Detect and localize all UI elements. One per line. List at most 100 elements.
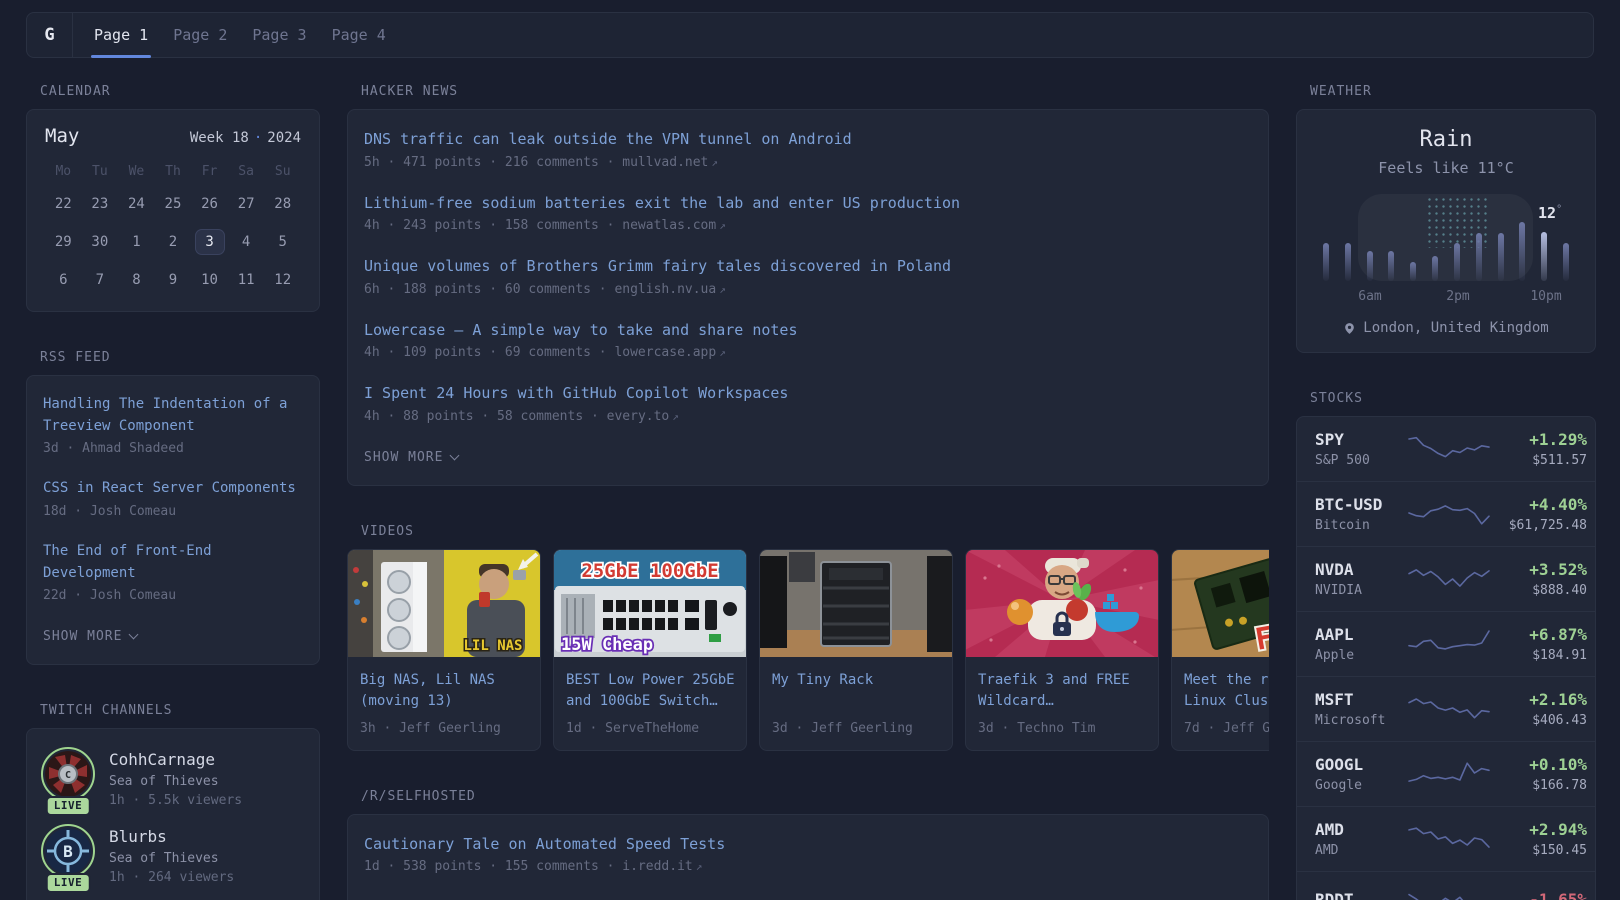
rss-show-more-button[interactable]: SHOW MORE	[43, 625, 303, 658]
calendar-day: 1	[118, 229, 155, 255]
stock-left: GOOGLGoogle	[1315, 755, 1407, 793]
reddit-widget: /R/SELFHOSTED Cautionary Tale on Automat…	[347, 789, 1269, 900]
calendar-day: 24	[118, 191, 155, 217]
weather-card: Rain Feels like 11°C 12° 6am2pm10pm Lond…	[1296, 109, 1596, 353]
calendar-weekday: Tu	[82, 164, 119, 179]
calendar-weekday: Mo	[45, 164, 82, 179]
weather-bar	[1367, 251, 1373, 281]
calendar-widget: CALENDAR May Week 18·2024 MoTuWeThFrSaSu…	[26, 84, 320, 312]
page-tabs: Page 1 Page 2 Page 3 Page 4	[94, 13, 411, 57]
twitch-channel-row[interactable]: BLIVEBlurbsSea of Thieves1h · 264 viewer…	[43, 826, 303, 885]
video-meta: 7d · Jeff Ge	[1184, 721, 1269, 736]
hn-item-title[interactable]: I Spent 24 Hours with GitHub Copilot Wor…	[364, 382, 1252, 405]
stock-row: SPYS&P 500+1.29%$511.57	[1297, 417, 1595, 481]
stock-left: AAPLApple	[1315, 625, 1407, 663]
reddit-item-title[interactable]: Showcase of my Mixed Reality Interface f…	[364, 896, 1252, 900]
videos-header: VIDEOS	[361, 524, 1269, 539]
nav-tab-page-2[interactable]: Page 2	[173, 13, 227, 57]
weather-bar	[1476, 233, 1482, 281]
calendar-day: 30	[82, 229, 119, 255]
reddit-item-title[interactable]: Cautionary Tale on Automated Speed Tests	[364, 833, 1252, 856]
video-meta: 3h · Jeff Geerling	[360, 721, 528, 736]
weather-bar-current	[1541, 232, 1547, 281]
hn-source-link[interactable]: every.to	[607, 409, 670, 424]
rss-item-title[interactable]: The End of Front-End Development	[43, 541, 303, 584]
weather-bar	[1563, 243, 1569, 281]
nav-tab-page-3[interactable]: Page 3	[252, 13, 306, 57]
external-link-icon: ↗	[711, 156, 718, 169]
stock-sparkline	[1407, 433, 1491, 465]
top-nav: G Page 1 Page 2 Page 3 Page 4	[26, 12, 1594, 58]
video-title[interactable]: Meet the rLinux Clus	[1184, 670, 1269, 712]
stock-change: +1.29%	[1491, 430, 1587, 449]
hackernews-card: DNS traffic can leak outside the VPN tun…	[347, 109, 1269, 486]
video-thumbnail[interactable]	[966, 550, 1158, 657]
calendar-day: 25	[155, 191, 192, 217]
hn-source-link[interactable]: mullvad.net	[622, 155, 708, 170]
svg-text:15W Cheap: 15W Cheap	[561, 635, 653, 655]
stock-row: BTC-USDBitcoin+4.40%$61,725.48	[1297, 481, 1595, 546]
video-card-body: Big NAS, Lil NAS(moving 13) 3h · Jeff Gee…	[348, 657, 540, 750]
video-card[interactable]: 25GbE 100GbE 15W Cheap BEST Low Power 25Gb…	[553, 549, 747, 751]
video-card[interactable]: My Tiny Rack3d · Jeff Geerling	[759, 549, 953, 751]
hn-item-title[interactable]: Unique volumes of Brothers Grimm fairy t…	[364, 255, 1252, 278]
video-card[interactable]: Traefik 3 and FREEWildcard…3d · Techno T…	[965, 549, 1159, 751]
hn-show-more-button[interactable]: SHOW MORE	[364, 446, 1252, 479]
hn-item-title[interactable]: Lithium-free sodium batteries exit the l…	[364, 192, 1252, 215]
twitch-channel-name[interactable]: CohhCarnage	[109, 750, 242, 769]
hn-item-title[interactable]: Lowercase – A simple way to take and sha…	[364, 319, 1252, 342]
hn-source-link[interactable]: lowercase.app	[614, 345, 716, 360]
twitch-channel-row[interactable]: CLIVECohhCarnageSea of Thieves1h · 5.5k …	[43, 749, 303, 808]
rss-header: RSS FEED	[40, 350, 320, 365]
calendar-day: 12	[264, 267, 301, 293]
calendar-day: 6	[45, 267, 82, 293]
video-title[interactable]: Big NAS, Lil NAS(moving 13)	[360, 670, 528, 712]
hn-item-title[interactable]: DNS traffic can leak outside the VPN tun…	[364, 128, 1252, 151]
weather-xaxis-label: 2pm	[1446, 289, 1469, 304]
reddit-card: Cautionary Tale on Automated Speed Tests…	[347, 814, 1269, 900]
hn-item-meta: 4h · 88 points · 58 comments · every.to↗	[364, 409, 1252, 424]
calendar-week-number: 18	[232, 130, 249, 146]
rss-item-title[interactable]: Handling The Indentation of a Treeview C…	[43, 394, 303, 437]
hn-item: Lithium-free sodium batteries exit the l…	[364, 192, 1252, 234]
hn-item-meta: 6h · 188 points · 60 comments · english.…	[364, 282, 1252, 297]
video-card-body: Meet the rLinux Clus 7d · Jeff Ge	[1172, 657, 1269, 750]
app-logo[interactable]: G	[27, 13, 73, 57]
stock-symbol: SPY	[1315, 430, 1407, 449]
weather-chart: 12°	[1323, 194, 1569, 281]
stock-left: SPYS&P 500	[1315, 430, 1407, 468]
nav-tab-page-1[interactable]: Page 1	[94, 13, 148, 57]
hn-source-link[interactable]: newatlas.com	[622, 218, 716, 233]
stocks-widget: STOCKS SPYS&P 500+1.29%$511.57BTC-USDBit…	[1296, 391, 1596, 900]
video-title[interactable]: My Tiny Rack	[772, 670, 940, 712]
hackernews-widget: HACKER NEWS DNS traffic can leak outside…	[347, 84, 1269, 486]
stock-row: AAPLApple+6.87%$184.91	[1297, 611, 1595, 676]
stock-price: $184.91	[1491, 648, 1587, 663]
video-card[interactable]: FAS Meet the rLinux Clus 7d · Jeff Ge	[1171, 549, 1269, 751]
stocks-card: SPYS&P 500+1.29%$511.57BTC-USDBitcoin+4.…	[1296, 416, 1596, 900]
reddit-item-meta: 1d · 538 points · 155 comments · i.redd.…	[364, 859, 1252, 874]
calendar-header: CALENDAR	[40, 84, 320, 99]
stock-price: $888.40	[1491, 583, 1587, 598]
hn-source-link[interactable]: english.nv.ua	[614, 282, 716, 297]
svg-text:B: B	[63, 842, 73, 861]
twitch-channel-info: BlurbsSea of Thieves1h · 264 viewers	[109, 826, 234, 885]
stock-sparkline	[1407, 758, 1491, 790]
rss-widget: RSS FEED Handling The Indentation of a T…	[26, 350, 320, 665]
twitch-channel-name[interactable]: Blurbs	[109, 827, 234, 846]
video-thumbnail[interactable]	[760, 550, 952, 657]
stock-price: $150.45	[1491, 843, 1587, 858]
video-thumbnail[interactable]: FAS	[1172, 550, 1269, 657]
video-title[interactable]: Traefik 3 and FREEWildcard…	[978, 670, 1146, 712]
video-card[interactable]: LIL NAS Big NAS, Lil NAS(moving 13) 3h · J…	[347, 549, 541, 751]
reddit-source-link[interactable]: i.redd.it	[622, 859, 692, 874]
video-thumbnail[interactable]: 25GbE 100GbE 15W Cheap	[554, 550, 746, 657]
video-title[interactable]: BEST Low Power 25GbEand 100GbE Switch…	[566, 670, 734, 712]
svg-text:25GbE 100GbE: 25GbE 100GbE	[581, 560, 718, 582]
video-thumbnail[interactable]: LIL NAS	[348, 550, 540, 657]
stock-row: AMDAMD+2.94%$150.45	[1297, 806, 1595, 871]
stock-right: -1.65%	[1491, 890, 1587, 900]
middle-column: HACKER NEWS DNS traffic can leak outside…	[347, 84, 1269, 900]
nav-tab-page-4[interactable]: Page 4	[332, 13, 386, 57]
rss-item-title[interactable]: CSS in React Server Components	[43, 478, 303, 500]
